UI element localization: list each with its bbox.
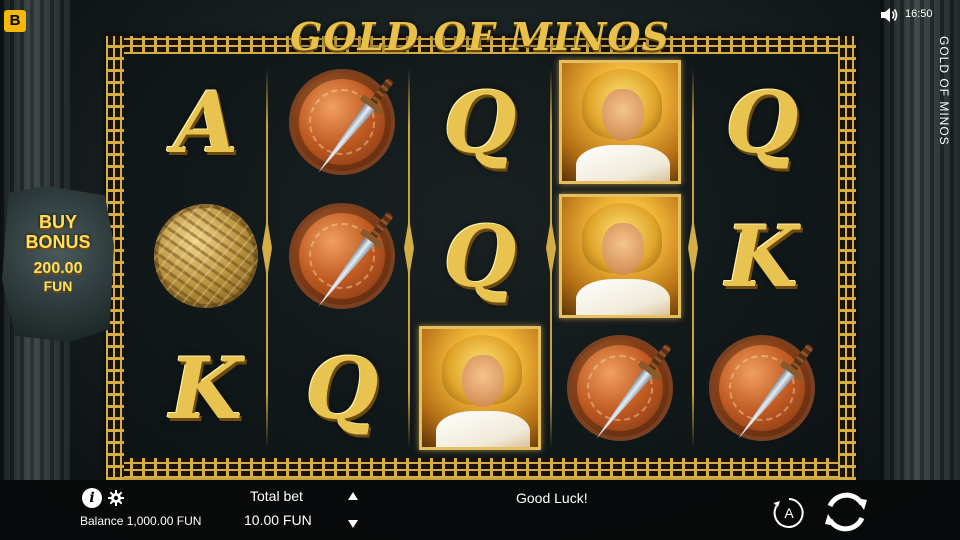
symbol-letter-glyph: A — [173, 72, 239, 172]
symbol-letter-glyph: K — [725, 206, 799, 306]
sound-icon[interactable] — [880, 7, 898, 23]
total-bet-label: Total bet — [250, 488, 303, 504]
spin-button[interactable] — [820, 486, 872, 538]
status-message: Good Luck! — [516, 490, 588, 506]
total-bet-value: 10.00 FUN — [244, 512, 312, 528]
yarn-ball-icon — [154, 204, 258, 308]
symbol-letter-q: Q — [280, 326, 404, 450]
symbol-letter-q: Q — [418, 60, 542, 184]
game-title-logo: GOLD OF MINOS — [290, 14, 670, 59]
hero-portrait-icon — [559, 60, 681, 184]
symbol-letter-glyph: Q — [725, 72, 799, 172]
reel-divider — [404, 68, 414, 448]
symbol-letter-glyph: Q — [443, 72, 517, 172]
side-game-title: GOLD OF MINOS — [937, 36, 951, 146]
symbol-shield-dagger — [280, 60, 404, 184]
symbol-letter-k: K — [700, 194, 824, 318]
gear-icon[interactable] — [108, 490, 124, 506]
shield-dagger-icon — [289, 203, 395, 309]
symbol-letter-k: K — [144, 326, 268, 450]
bet-increase-arrow-icon[interactable] — [346, 490, 360, 502]
reel-divider — [688, 68, 698, 448]
buy-bonus-button[interactable]: BUY BONUS 200.00 FUN — [2, 186, 114, 342]
bottom-control-bar — [0, 480, 960, 540]
hero-portrait-icon — [419, 326, 541, 450]
symbol-letter-a: A — [144, 60, 268, 184]
autoplay-label: A — [784, 505, 794, 521]
clock: 16:50 — [905, 8, 933, 20]
buy-bonus-price: 200.00 — [33, 260, 83, 277]
autoplay-button[interactable]: A — [772, 496, 806, 530]
buy-bonus-label: BUY BONUS — [25, 212, 91, 252]
symbol-letter-q: Q — [700, 60, 824, 184]
shield-dagger-icon — [709, 335, 815, 441]
symbol-letter-q: Q — [418, 194, 542, 318]
symbol-hero-portrait — [558, 60, 682, 184]
info-icon[interactable]: i — [82, 488, 102, 508]
shield-dagger-icon — [567, 335, 673, 441]
bet-decrease-arrow-icon[interactable] — [346, 518, 360, 530]
balance-text: Balance 1,000.00 FUN — [80, 514, 202, 528]
meander-border-right — [838, 36, 856, 480]
symbol-letter-glyph: K — [169, 338, 243, 438]
symbol-shield-dagger — [700, 326, 824, 450]
symbol-letter-glyph: Q — [443, 206, 517, 306]
symbol-yarn-ball — [144, 194, 268, 318]
meander-border-bottom — [106, 458, 856, 478]
reel-divider — [546, 68, 556, 448]
symbol-shield-dagger — [280, 194, 404, 318]
symbol-letter-glyph: Q — [305, 338, 379, 438]
symbol-hero-portrait — [558, 194, 682, 318]
symbol-hero-portrait — [418, 326, 542, 450]
shield-dagger-icon — [289, 69, 395, 175]
brand-logo: B — [4, 10, 26, 32]
symbol-shield-dagger — [558, 326, 682, 450]
buy-bonus-currency: FUN — [43, 278, 73, 294]
hero-portrait-icon — [559, 194, 681, 318]
